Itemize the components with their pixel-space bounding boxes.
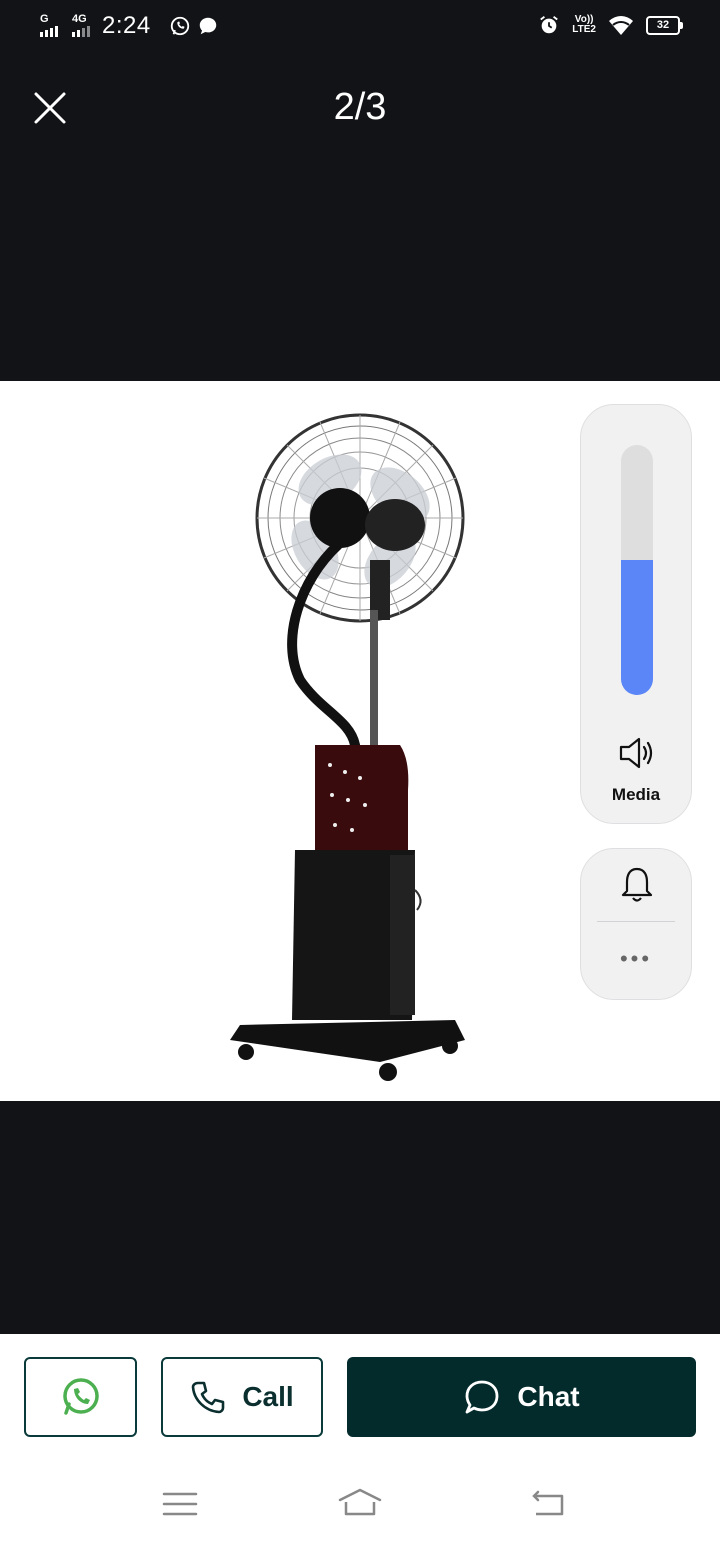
whatsapp-icon [62,1378,99,1415]
volume-panel: Media [580,404,692,824]
status-right: Vo)) LTE2 32 [538,14,683,36]
phone-icon [192,1381,225,1414]
back-icon[interactable] [528,1484,568,1524]
status-bar: G 4G 2:24 Vo)) LTE2 32 [0,0,720,56]
chat-icon [465,1380,499,1414]
image-counter: 2/3 [333,86,387,128]
volume-stream-label: Media [611,785,661,804]
chat-label: Chat [517,1381,580,1412]
status-time: 2:24 [102,12,151,39]
wifi-icon [609,16,633,35]
status-left: G 4G 2:24 [40,12,219,40]
chat-button[interactable]: Chat [347,1357,696,1437]
signal-1-icon: G [40,13,58,37]
network-1-label: G [40,13,49,25]
speaker-icon[interactable] [617,735,657,771]
signal-2-icon: 4G [72,13,90,37]
more-icon[interactable]: ••• [581,948,691,970]
battery-icon: 32 [646,15,683,35]
bell-icon[interactable] [619,865,655,905]
whatsapp-notification-icon [170,16,189,36]
home-icon[interactable] [336,1484,384,1524]
fan-guard [255,413,465,623]
alarm-icon [540,16,559,34]
call-label: Call [242,1381,294,1412]
whatsapp-button[interactable] [24,1357,137,1437]
network-2-label: 4G [72,13,87,25]
call-button[interactable]: Call [161,1357,323,1437]
ringer-panel: ••• [580,848,692,1000]
volume-slider-fill [621,560,653,695]
volte-indicator: Vo)) LTE2 [572,14,596,35]
product-image[interactable] [220,400,480,1090]
volume-slider[interactable] [621,445,653,695]
menu-icon[interactable] [160,1484,200,1524]
ringer-divider [597,921,675,922]
system-nav-bar [0,1460,720,1544]
message-notification-icon [199,17,216,35]
